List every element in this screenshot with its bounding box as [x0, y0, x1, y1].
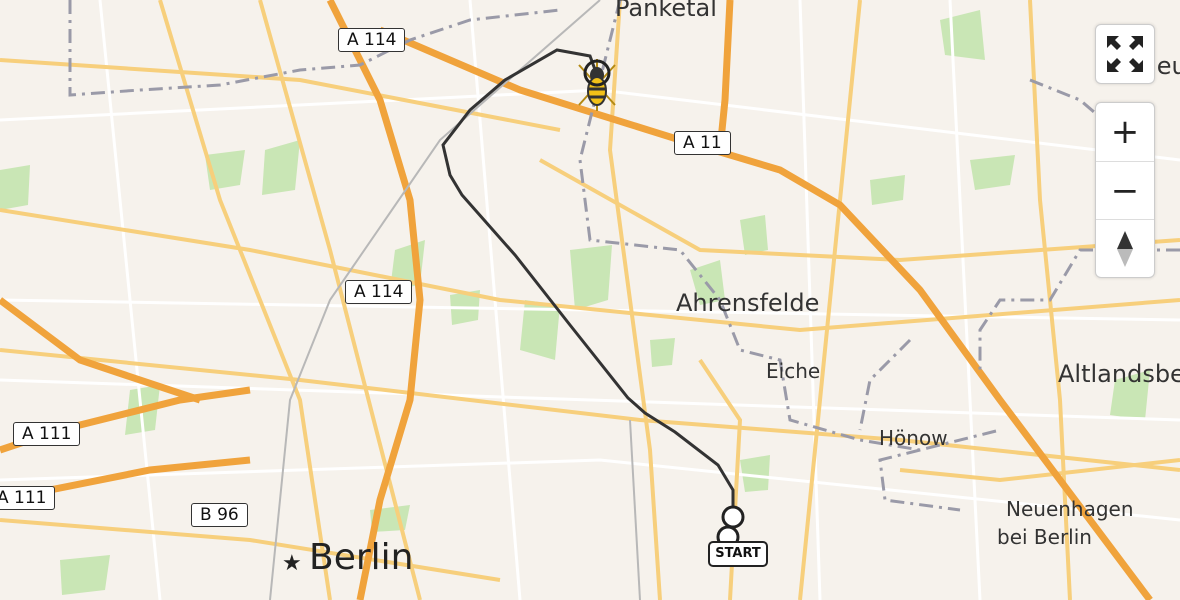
start-label: START	[708, 541, 768, 567]
compass-button[interactable]	[1096, 219, 1154, 277]
zoom-controls: + −	[1095, 102, 1155, 278]
berlin-star-icon: ★	[282, 551, 302, 576]
fullscreen-control	[1095, 24, 1155, 84]
place-neuenhagen: Neuenhagen	[1006, 497, 1134, 521]
road-shield-b96: B 96	[191, 503, 248, 527]
compass-icon	[1117, 231, 1133, 267]
zoom-in-button[interactable]: +	[1096, 103, 1154, 161]
place-berlin: Berlin	[309, 537, 414, 578]
place-hoenow: Hönow	[879, 426, 948, 450]
fullscreen-button[interactable]	[1096, 25, 1154, 83]
place-ahrensfelde: Ahrensfelde	[676, 289, 820, 317]
road-shield-a114: A 114	[338, 28, 406, 52]
road-shield-a111: A 111	[0, 486, 56, 510]
place-eiche: Eiche	[766, 359, 821, 383]
place-altlandsberg: Altlandsbe	[1058, 360, 1180, 388]
road-shield-a111: A 111	[13, 422, 81, 446]
place-neuenhagen-bei-berlin: bei Berlin	[997, 525, 1092, 549]
fullscreen-icon	[1107, 36, 1143, 72]
map-base: ★	[0, 0, 1180, 600]
wasp-icon	[578, 59, 616, 111]
zoom-out-button[interactable]: −	[1096, 161, 1154, 219]
start-marker-a	[721, 505, 745, 529]
place-panketal: Panketal	[615, 0, 717, 22]
road-shield-a114: A 114	[345, 280, 413, 304]
map-canvas[interactable]: ★ Panketal Ahrensfelde Eiche Hönow Altla…	[0, 0, 1180, 600]
road-shield-a11: A 11	[674, 131, 731, 155]
